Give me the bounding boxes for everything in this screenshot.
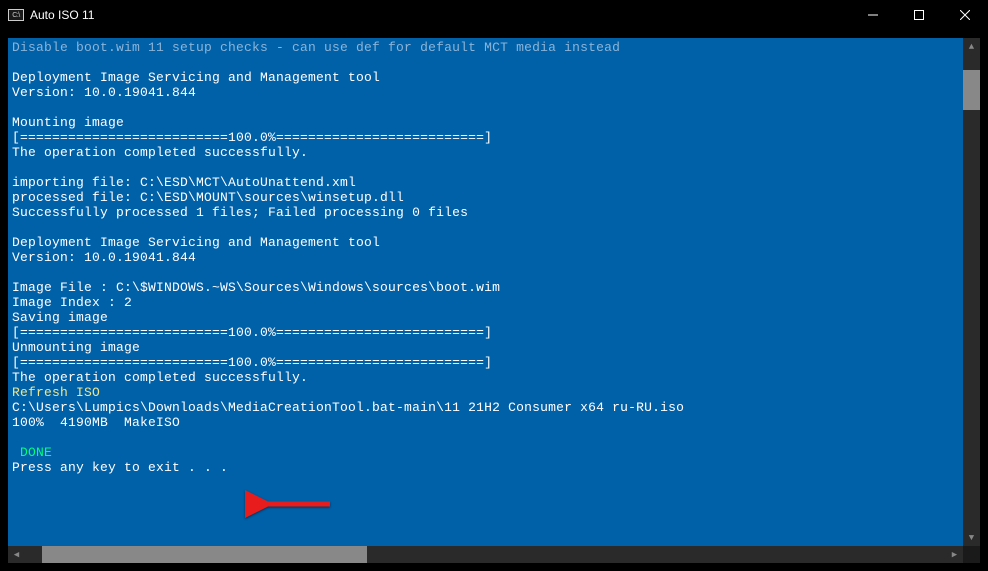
terminal-line: importing file: C:\ESD\MCT\AutoUnattend.… — [12, 175, 976, 190]
terminal-line — [12, 220, 976, 235]
terminal-line: Image File : C:\$WINDOWS.~WS\Sources\Win… — [12, 280, 976, 295]
terminal-line: Version: 10.0.19041.844 — [12, 250, 976, 265]
terminal-line — [12, 55, 976, 70]
console-window: C:\ Auto ISO 11 Disable boot.wim 11 setu… — [0, 0, 988, 571]
window-title: Auto ISO 11 — [30, 8, 94, 22]
terminal-line — [12, 265, 976, 280]
terminal-line: Refresh ISO — [12, 385, 976, 400]
titlebar-controls — [850, 0, 988, 30]
vertical-scrollbar-thumb[interactable] — [963, 70, 980, 110]
terminal-line: 100% 4190MB MakeISO — [12, 415, 976, 430]
terminal-line: C:\Users\Lumpics\Downloads\MediaCreation… — [12, 400, 976, 415]
terminal-line: [==========================100.0%=======… — [12, 325, 976, 340]
terminal-line: Successfully processed 1 files; Failed p… — [12, 205, 976, 220]
terminal-line: Deployment Image Servicing and Managemen… — [12, 235, 976, 250]
scroll-up-arrow-icon[interactable]: ▲ — [963, 38, 980, 55]
terminal-line: Version: 10.0.19041.844 — [12, 85, 976, 100]
terminal-line: processed file: C:\ESD\MOUNT\sources\win… — [12, 190, 976, 205]
horizontal-scrollbar-thumb[interactable] — [42, 546, 367, 563]
terminal-line — [12, 430, 976, 445]
terminal-line: Image Index : 2 — [12, 295, 976, 310]
terminal-line: Mounting image — [12, 115, 976, 130]
terminal-line: The operation completed successfully. — [12, 145, 976, 160]
titlebar: C:\ Auto ISO 11 — [0, 0, 988, 30]
titlebar-left: C:\ Auto ISO 11 — [8, 8, 94, 22]
terminal-line: Saving image — [12, 310, 976, 325]
terminal-line: [==========================100.0%=======… — [12, 355, 976, 370]
terminal-line: Disable boot.wim 11 setup checks - can u… — [12, 40, 976, 55]
scroll-left-arrow-icon[interactable]: ◀ — [8, 546, 25, 563]
minimize-button[interactable] — [850, 0, 896, 30]
terminal-line: Unmounting image — [12, 340, 976, 355]
console-icon: C:\ — [8, 9, 24, 21]
scrollbar-corner — [963, 546, 980, 563]
terminal-line: The operation completed successfully. — [12, 370, 976, 385]
terminal-line: [==========================100.0%=======… — [12, 130, 976, 145]
terminal-line — [12, 100, 976, 115]
terminal-line — [12, 160, 976, 175]
maximize-button[interactable] — [896, 0, 942, 30]
scroll-right-arrow-icon[interactable]: ▶ — [946, 546, 963, 563]
terminal-line: Press any key to exit . . . — [12, 460, 976, 475]
close-button[interactable] — [942, 0, 988, 30]
terminal-line: Deployment Image Servicing and Managemen… — [12, 70, 976, 85]
scroll-down-arrow-icon[interactable]: ▼ — [963, 529, 980, 546]
terminal-container: Disable boot.wim 11 setup checks - can u… — [0, 30, 988, 571]
terminal-output[interactable]: Disable boot.wim 11 setup checks - can u… — [8, 38, 980, 563]
vertical-scrollbar[interactable]: ▲ ▼ — [963, 38, 980, 546]
terminal-line: DONE — [12, 445, 976, 460]
horizontal-scrollbar[interactable]: ◀ ▶ — [8, 546, 963, 563]
